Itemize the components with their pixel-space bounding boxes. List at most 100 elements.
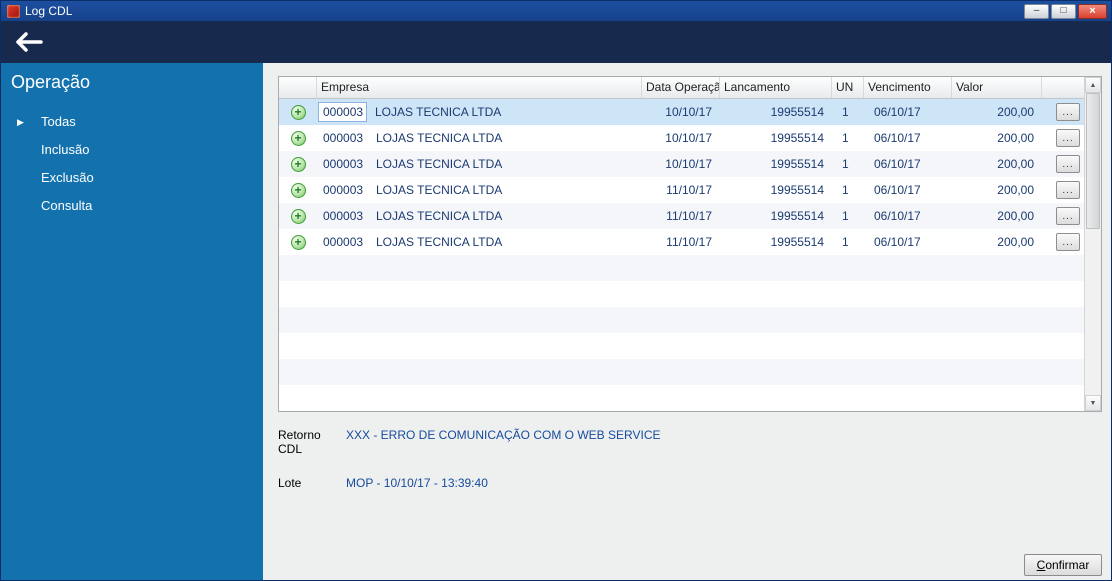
column-header-valor[interactable]: Valor <box>952 77 1042 98</box>
valor-cell: 200,00 <box>997 209 1034 223</box>
empresa-code: 000003 <box>323 209 364 223</box>
window-title: Log CDL <box>25 4 73 18</box>
data-operacao-cell: 11/10/17 <box>666 183 712 197</box>
row-options-button[interactable]: ... <box>1056 207 1080 225</box>
row-add-cell: + <box>279 99 317 125</box>
sidebar-title: Operação <box>11 72 91 92</box>
row-options-button[interactable]: ... <box>1056 233 1080 251</box>
app-window: Log CDL – □ × Operação ▶ Todas Inclusão Exc… <box>0 0 1112 581</box>
empty-row <box>279 385 1084 411</box>
empresa-code[interactable]: 000003 <box>318 102 367 122</box>
row-options-button[interactable]: ... <box>1056 155 1080 173</box>
row-action-cell: ... <box>1042 125 1084 151</box>
column-header-data-operacao[interactable]: Data Operação <box>642 77 720 98</box>
data-operacao-cell: 10/10/17 <box>665 157 712 171</box>
empresa-code: 000003 <box>323 157 364 171</box>
table-row[interactable]: +000003 LOJAS TECNICA LTDA 10/10/17 1995551… <box>279 125 1084 151</box>
sidebar-item-todas[interactable]: ▶ Todas <box>1 108 263 136</box>
minimize-button[interactable]: – <box>1024 3 1049 19</box>
column-header-vencimento[interactable]: Vencimento <box>864 77 952 98</box>
add-icon[interactable]: + <box>290 156 306 172</box>
details-panel: Retorno CDL XXX - ERRO DE COMUNICAÇÃO CO… <box>278 428 660 510</box>
empty-row <box>279 307 1084 333</box>
row-add-cell: + <box>279 151 317 177</box>
un-cell: 1 <box>842 209 849 223</box>
empresa-cell: 000003 LOJAS TECNICA LTDA <box>317 99 642 125</box>
sidebar-item-label: Consulta <box>41 198 93 213</box>
close-button[interactable]: × <box>1078 3 1107 19</box>
scrollbar-thumb[interactable] <box>1086 93 1100 229</box>
sidebar-item-consulta[interactable]: Consulta <box>1 192 263 220</box>
grid-header: Empresa Data Operação Lancamento UN Vencimen… <box>279 77 1084 99</box>
empresa-code: 000003 <box>323 183 364 197</box>
row-options-button[interactable]: ... <box>1056 129 1080 147</box>
sidebar: Operação ▶ Todas Inclusão Exclusão Consulta <box>1 63 263 580</box>
empresa-code: 000003 <box>323 235 364 249</box>
empresa-name: LOJAS TECNICA LTDA <box>376 157 503 171</box>
column-header-un[interactable]: UN <box>832 77 864 98</box>
table-row[interactable]: +000003 LOJAS TECNICA LTDA 10/10/17 1995551… <box>279 99 1084 125</box>
sidebar-menu: ▶ Todas Inclusão Exclusão Consulta <box>1 108 263 220</box>
data-grid: Empresa Data Operação Lancamento UN Vencimen… <box>278 76 1102 412</box>
empresa-cell: 000003 LOJAS TECNICA LTDA <box>317 203 642 229</box>
active-item-marker-icon: ▶ <box>17 117 24 127</box>
lote-row: Lote MOP - 10/10/17 - 13:39:40 <box>278 476 660 490</box>
sidebar-item-label: Todas <box>41 114 76 129</box>
table-row[interactable]: +000003 LOJAS TECNICA LTDA 11/10/17 1995551… <box>279 203 1084 229</box>
row-action-cell: ... <box>1042 203 1084 229</box>
scroll-up-button[interactable]: ▲ <box>1085 77 1101 93</box>
vencimento-cell: 06/10/17 <box>874 209 921 223</box>
table-scrollbar[interactable]: ▲ ▼ <box>1084 77 1101 411</box>
column-header-lancamento[interactable]: Lancamento <box>720 77 832 98</box>
data-operacao-cell: 11/10/17 <box>666 235 712 249</box>
table-row[interactable]: +000003 LOJAS TECNICA LTDA 11/10/17 1995551… <box>279 177 1084 203</box>
add-icon[interactable]: + <box>290 182 306 198</box>
data-operacao-cell: 11/10/17 <box>666 209 712 223</box>
sidebar-item-exclusao[interactable]: Exclusão <box>1 164 263 192</box>
column-header-empty <box>279 77 317 98</box>
sidebar-item-inclusao[interactable]: Inclusão <box>1 136 263 164</box>
row-action-cell: ... <box>1042 229 1084 255</box>
un-cell: 1 <box>842 183 849 197</box>
add-icon[interactable]: + <box>290 234 306 250</box>
row-action-cell: ... <box>1042 177 1084 203</box>
back-button[interactable] <box>11 28 47 56</box>
row-options-button[interactable]: ... <box>1056 103 1080 121</box>
empresa-cell: 000003 LOJAS TECNICA LTDA <box>317 151 642 177</box>
row-action-cell: ... <box>1042 151 1084 177</box>
row-add-cell: + <box>279 203 317 229</box>
lote-label: Lote <box>278 476 302 490</box>
un-cell: 1 <box>842 235 849 249</box>
row-add-cell: + <box>279 125 317 151</box>
lancamento-cell: 19955514 <box>770 131 824 145</box>
table-row[interactable]: +000003 LOJAS TECNICA LTDA 11/10/17 1995551… <box>279 229 1084 255</box>
lancamento-cell: 19955514 <box>770 235 824 249</box>
table-row[interactable]: +000003 LOJAS TECNICA LTDA 10/10/17 1995551… <box>279 151 1084 177</box>
empty-row <box>279 281 1084 307</box>
un-cell: 1 <box>842 157 849 171</box>
scroll-down-button[interactable]: ▼ <box>1085 395 1101 411</box>
scrollbar-track[interactable] <box>1085 93 1101 395</box>
lancamento-cell: 19955514 <box>770 183 824 197</box>
row-add-cell: + <box>279 177 317 203</box>
add-icon[interactable]: + <box>290 208 306 224</box>
title-bar[interactable]: Log CDL – □ × <box>1 1 1111 21</box>
empresa-name: LOJAS TECNICA LTDA <box>376 235 503 249</box>
confirm-button[interactable]: Confirmar <box>1024 554 1102 576</box>
row-action-cell: ... <box>1042 99 1084 125</box>
empresa-cell: 000003 LOJAS TECNICA LTDA <box>317 125 642 151</box>
add-icon[interactable]: + <box>290 130 306 146</box>
empresa-name: LOJAS TECNICA LTDA <box>375 105 502 119</box>
content-area: Operação ▶ Todas Inclusão Exclusão Consulta … <box>1 63 1111 580</box>
valor-cell: 200,00 <box>997 235 1034 249</box>
column-header-empresa[interactable]: Empresa <box>317 77 642 98</box>
empty-row <box>279 333 1084 359</box>
valor-cell: 200,00 <box>997 157 1034 171</box>
empresa-cell: 000003 LOJAS TECNICA LTDA <box>317 229 642 255</box>
retorno-cdl-value: XXX - ERRO DE COMUNICAÇÃO COM O WEB SERV… <box>346 428 661 442</box>
sidebar-item-label: Exclusão <box>41 170 94 185</box>
maximize-button[interactable]: □ <box>1051 3 1076 19</box>
add-icon[interactable]: + <box>290 104 306 120</box>
row-options-button[interactable]: ... <box>1056 181 1080 199</box>
app-icon <box>7 4 20 18</box>
